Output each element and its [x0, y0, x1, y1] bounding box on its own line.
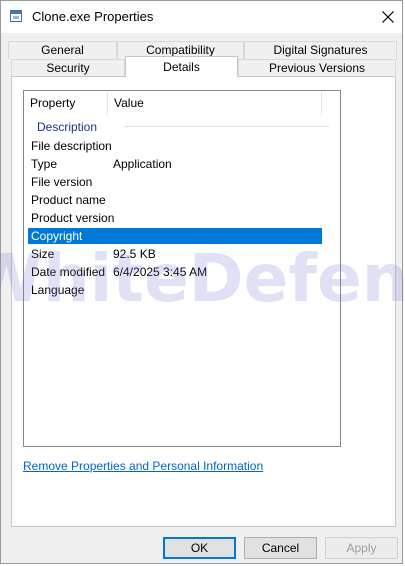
property-name: Product name [31, 193, 106, 207]
property-row[interactable]: Size 92.5 KB [28, 246, 322, 262]
property-name: File description [31, 139, 112, 153]
list-header: Property Value [24, 91, 340, 116]
property-row[interactable]: Date modified 6/4/2025 3:45 AM [28, 264, 322, 280]
details-list[interactable]: Property Value Description File descript… [23, 90, 341, 447]
tab-previous-versions[interactable]: Previous Versions [238, 59, 396, 77]
property-row[interactable]: File description [28, 138, 322, 154]
column-header-value[interactable]: Value [108, 91, 321, 116]
property-name: Language [31, 283, 85, 297]
property-row[interactable]: Type Application [28, 156, 322, 172]
group-divider [124, 126, 329, 127]
property-name: Product version [31, 211, 115, 225]
title-bar: Clone.exe Properties [1, 1, 402, 33]
property-name: File version [31, 175, 93, 189]
tab-security[interactable]: Security [11, 59, 125, 77]
column-separator[interactable] [321, 92, 322, 115]
properties-window: Clone.exe Properties General Compatibili… [0, 0, 403, 564]
property-row-selected[interactable]: Copyright [28, 228, 322, 244]
tab-details[interactable]: Details [125, 56, 238, 77]
close-button[interactable] [373, 3, 403, 31]
close-icon [382, 11, 394, 23]
remove-properties-link[interactable]: Remove Properties and Personal Informati… [23, 459, 263, 473]
group-header-description: Description [37, 120, 98, 134]
property-row[interactable]: Language [28, 282, 322, 298]
ok-button[interactable]: OK [163, 537, 236, 559]
property-name: Type [31, 157, 58, 171]
apply-button[interactable]: Apply [325, 537, 398, 559]
property-name: Size [31, 247, 55, 261]
property-name: Copyright [31, 229, 83, 243]
property-row[interactable]: File version [28, 174, 322, 190]
cancel-button[interactable]: Cancel [244, 537, 317, 559]
window-title: Clone.exe Properties [32, 9, 154, 24]
property-value: Application [113, 157, 172, 171]
column-header-property[interactable]: Property [24, 91, 107, 116]
tab-digital-signatures[interactable]: Digital Signatures [244, 41, 397, 59]
property-row[interactable]: Product version [28, 210, 322, 226]
tab-general[interactable]: General [8, 41, 117, 59]
properties-window-icon [10, 10, 22, 22]
property-row[interactable]: Product name [28, 192, 322, 208]
property-value: 92.5 KB [113, 247, 156, 261]
property-name: Date modified [31, 265, 106, 279]
property-value: 6/4/2025 3:45 AM [113, 265, 208, 279]
